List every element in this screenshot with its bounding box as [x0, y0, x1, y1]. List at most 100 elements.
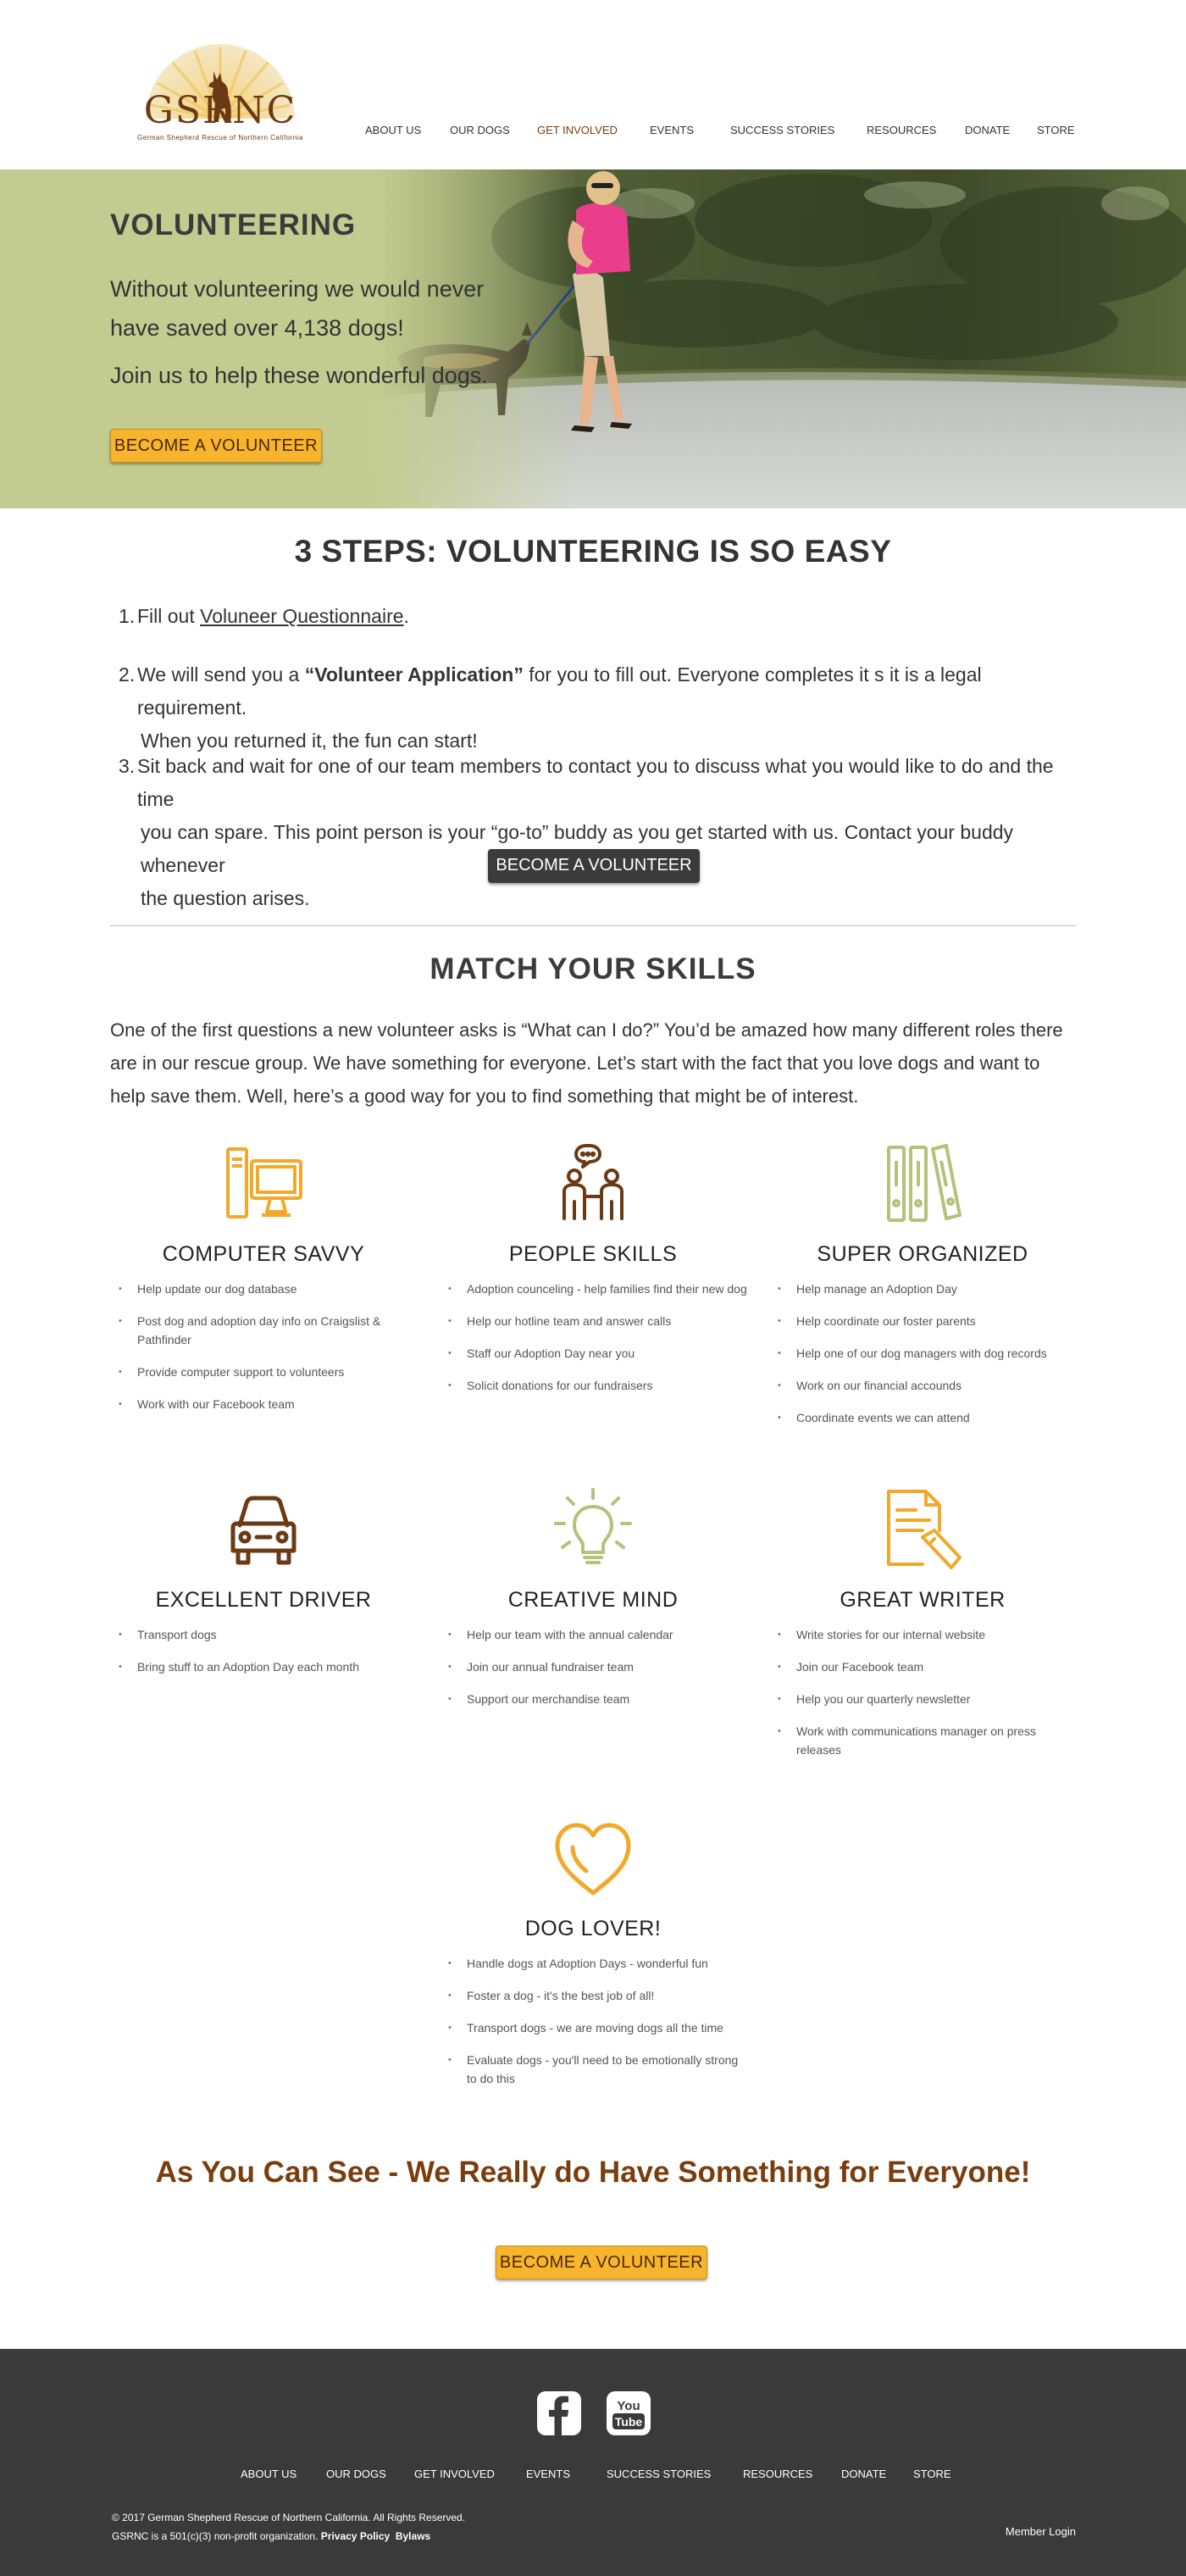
list-item: Coordinate events we can attend: [778, 1408, 1079, 1427]
list-item: Post dog and adoption day info on Craigs…: [119, 1312, 420, 1349]
skill-title: EXCELLENT DRIVER: [155, 1588, 372, 1612]
questionnaire-link[interactable]: Voluneer Questionnaire: [200, 605, 403, 627]
footer-nav-store[interactable]: STORE: [913, 2468, 951, 2480]
hero-banner: VOLUNTEERING Without volunteering we wou…: [0, 169, 1186, 508]
list-item: Write stories for our internal website: [778, 1625, 1079, 1644]
step-number: 3.: [119, 755, 136, 777]
people-icon: [563, 1144, 623, 1220]
nav-donate[interactable]: DONATE: [965, 124, 1010, 136]
skills-intro: One of the first questions a new volunte…: [110, 1019, 1063, 1107]
list-item: Help coordinate our foster parents: [778, 1312, 1079, 1330]
nonprofit-line: GSRNC is a 501(c)(3) non-profit organiza…: [112, 2527, 465, 2545]
bylaws-link[interactable]: Bylaws: [396, 2530, 430, 2542]
youtube-tube-text: Tube: [615, 2415, 643, 2429]
skill-list: Write stories for our internal website J…: [778, 1625, 1079, 1773]
list-item: Foster a dog - it's the best job of all!: [448, 1986, 750, 2005]
skill-title: CREATIVE MIND: [507, 1588, 679, 1612]
hero-title: VOLUNTEERING: [110, 208, 357, 242]
list-item: Join our Facebook team: [778, 1657, 1079, 1676]
footer-nav-resources[interactable]: RESOURCES: [743, 2468, 812, 2480]
footer-nav-get-involved[interactable]: GET INVOLVED: [414, 2468, 495, 2480]
site-header: GSRNC German Shepherd Rescue of Northern…: [0, 0, 1186, 169]
list-item: Handle dogs at Adoption Days - wonderful…: [448, 1954, 750, 1973]
site-logo[interactable]: GSRNC German Shepherd Rescue of Northern…: [119, 44, 322, 142]
skill-list: Help manage an Adoption Day Help coordin…: [778, 1280, 1079, 1441]
footer-nav-donate[interactable]: DONATE: [841, 2468, 886, 2480]
list-item: Transport dogs - we are moving dogs all …: [448, 2018, 750, 2037]
step-text-continued: the question arises.: [141, 887, 310, 909]
list-item: Support our merchandise team: [448, 1690, 750, 1708]
heart-icon: [555, 1823, 631, 1896]
skill-title: COMPUTER SAVVY: [162, 1242, 365, 1266]
site-footer: You Tube ABOUT US OUR DOGS GET INVOLVED …: [0, 2349, 1186, 2576]
skills-title: MATCH YOUR SKILLS: [430, 952, 756, 985]
footer-nav-success-stories[interactable]: SUCCESS STORIES: [607, 2468, 711, 2480]
section-divider: [110, 925, 1076, 926]
nonprofit-text: GSRNC is a 501(c)(3) non-profit organiza…: [112, 2530, 319, 2542]
footer-nav-events[interactable]: EVENTS: [526, 2468, 570, 2480]
document-pen-icon: [887, 1490, 962, 1569]
logo-dog-icon: [208, 71, 231, 122]
list-item: Adoption counceling - help families find…: [448, 1280, 750, 1298]
hero-text-saved-dogs: Without volunteering we would never have…: [110, 276, 485, 341]
step-1: 1. Fill out Voluneer Questionnaire.: [119, 600, 1067, 633]
cta-title: As You Can See - We Really do Have Somet…: [155, 2156, 1031, 2189]
step-text: We will send you a “Volunteer Applicatio…: [137, 663, 982, 719]
step-number: 1.: [119, 605, 136, 627]
list-item: Staff our Adoption Day near you: [448, 1344, 750, 1363]
steps-title: 3 STEPS: VOLUNTEERING IS SO EASY: [294, 534, 892, 569]
footer-nav-about-us[interactable]: ABOUT US: [241, 2468, 296, 2480]
cta-become-volunteer-button[interactable]: BECOME A VOLUNTEER: [496, 2246, 707, 2279]
skill-list: Transport dogs Bring stuff to an Adoptio…: [119, 1625, 420, 1690]
hero-text-join: Join us to help these wonderful dogs.: [110, 363, 488, 388]
logo-tagline: German Shepherd Rescue of Northern Calif…: [137, 134, 303, 142]
list-item: Join our annual fundraiser team: [448, 1657, 750, 1676]
skill-list: Help our team with the annual calendar J…: [448, 1625, 750, 1722]
step-2: 2. We will send you a “Volunteer Applica…: [119, 658, 1067, 758]
list-item: Transport dogs: [119, 1625, 420, 1644]
list-item: Evaluate dogs - you'll need to be emotio…: [448, 2051, 750, 2088]
list-item: Help update our dog database: [119, 1280, 420, 1298]
list-item: Help manage an Adoption Day: [778, 1280, 1079, 1298]
youtube-icon[interactable]: You Tube: [605, 2390, 652, 2437]
privacy-policy-link[interactable]: Privacy Policy: [321, 2530, 390, 2542]
list-item: Work on our financial accounds: [778, 1376, 1079, 1395]
skill-title: SUPER ORGANIZED: [817, 1242, 1028, 1266]
nav-about-us[interactable]: ABOUT US: [365, 124, 421, 136]
binders-icon: [887, 1144, 962, 1222]
skill-title: GREAT WRITER: [840, 1588, 1006, 1612]
car-icon: [230, 1496, 296, 1565]
hero-become-volunteer-button[interactable]: BECOME A VOLUNTEER: [110, 429, 322, 463]
list-item: Provide computer support to volunteers: [119, 1363, 420, 1381]
nav-resources[interactable]: RESOURCES: [867, 124, 936, 136]
step-text: Sit back and wait for one of our team me…: [137, 755, 1054, 810]
skill-list: Adoption counceling - help families find…: [448, 1280, 750, 1408]
skill-list: Handle dogs at Adoption Days - wonderful…: [448, 1954, 750, 2101]
facebook-icon[interactable]: [535, 2390, 583, 2437]
lightbulb-icon: [554, 1488, 632, 1564]
member-login-link[interactable]: Member Login: [1006, 2525, 1076, 2538]
footer-nav-our-dogs[interactable]: OUR DOGS: [326, 2468, 386, 2480]
youtube-you-text: You: [617, 2399, 640, 2413]
nav-success-stories[interactable]: SUCCESS STORIES: [730, 124, 834, 136]
skill-title: PEOPLE SKILLS: [508, 1242, 678, 1266]
list-item: Help you our quarterly newsletter: [778, 1690, 1079, 1708]
computer-icon: [226, 1147, 302, 1219]
skill-title: DOG LOVER!: [524, 1917, 662, 1940]
nav-store[interactable]: STORE: [1037, 124, 1075, 136]
copyright-text: © 2017 German Shepherd Rescue of Norther…: [112, 2512, 466, 2523]
list-item: Help our hotline team and answer calls: [448, 1312, 750, 1330]
step-3: 3. Sit back and wait for one of our team…: [119, 750, 1067, 915]
nav-events[interactable]: EVENTS: [650, 124, 694, 136]
list-item: Help one of our dog managers with dog re…: [778, 1344, 1079, 1363]
nav-get-involved[interactable]: GET INVOLVED: [537, 124, 618, 136]
steps-become-volunteer-button[interactable]: BECOME A VOLUNTEER: [488, 849, 700, 883]
nav-our-dogs[interactable]: OUR DOGS: [450, 124, 510, 136]
list-item: Work with our Facebook team: [119, 1395, 420, 1413]
list-item: Solicit donations for our fundraisers: [448, 1376, 750, 1395]
skill-list: Help update our dog database Post dog an…: [119, 1280, 420, 1427]
step-number: 2.: [119, 663, 136, 686]
footer-legal: © 2017 German Shepherd Rescue of Norther…: [112, 2508, 465, 2545]
list-item: Bring stuff to an Adoption Day each mont…: [119, 1657, 420, 1676]
list-item: Help our team with the annual calendar: [448, 1625, 750, 1644]
